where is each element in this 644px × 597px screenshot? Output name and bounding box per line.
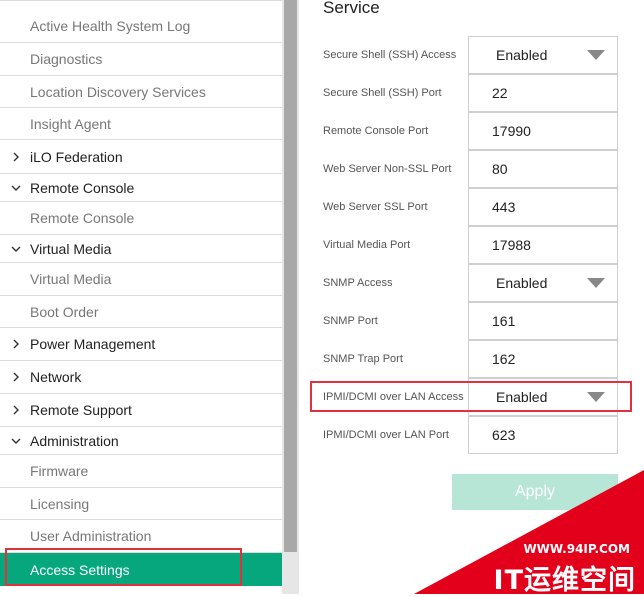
sidebar-item-label: Active Health System Log <box>30 18 191 34</box>
field-value: 17990 <box>492 123 531 139</box>
sidebar-item-insight-agent-3[interactable]: Insight Agent <box>0 108 282 140</box>
web-server-ssl-port-input[interactable]: 443 <box>468 188 618 226</box>
sidebar-item-power-management-10[interactable]: Power Management <box>0 328 282 361</box>
sidebar-item-user-administration-16[interactable]: User Administration <box>0 520 282 553</box>
ipmi-dcmi-over-lan-port-input[interactable]: 623 <box>468 416 618 454</box>
sidebar-item-label: Boot Order <box>30 303 99 320</box>
chevron-down-icon <box>10 435 22 447</box>
snmp-access-select[interactable]: Enabled <box>468 264 618 302</box>
caret-down-icon[interactable] <box>587 50 605 60</box>
chevron-down-icon <box>10 182 22 194</box>
sidebar-item-label: Network <box>30 369 82 385</box>
chevron-right-icon <box>10 404 22 416</box>
secure-shell-ssh-access-select[interactable]: Enabled <box>468 36 618 74</box>
sidebar-item-label: Location Discovery Services <box>30 83 206 100</box>
virtual-media-port-input[interactable]: 17988 <box>468 226 618 264</box>
caret-down-icon[interactable] <box>587 392 605 402</box>
sidebar-item-ilo-federation-4[interactable]: iLO Federation <box>0 140 282 174</box>
web-server-non-ssl-port-input[interactable]: 80 <box>468 150 618 188</box>
sidebar-scrollbar[interactable] <box>282 0 299 594</box>
sidebar-item-virtual-media-7[interactable]: Virtual Media <box>0 235 282 263</box>
sidebar-item-label: Remote Console <box>30 210 135 226</box>
section-title: Service <box>323 0 380 17</box>
sidebar-item-label: Insight Agent <box>30 115 111 132</box>
field-label: Virtual Media Port <box>323 239 411 251</box>
chevron-right-icon <box>10 338 22 350</box>
field-label: Web Server SSL Port <box>323 201 428 213</box>
sidebar-item-access-settings-17[interactable]: Access Settings <box>0 553 282 586</box>
caret-down-icon[interactable] <box>587 278 605 288</box>
sidebar-item-label: Remote Console <box>30 179 135 196</box>
form-row-secure-shell-ssh-access: Secure Shell (SSH) Access Enabled <box>299 36 644 74</box>
form-row-web-server-non-ssl-port: Web Server Non-SSL Port 80 <box>299 150 644 188</box>
field-label: Web Server Non-SSL Port <box>323 163 452 175</box>
form-row-remote-console-port: Remote Console Port 17990 <box>299 112 644 150</box>
sidebar-item-remote-support-12[interactable]: Remote Support <box>0 394 282 427</box>
field-label: IPMI/DCMI over LAN Access <box>323 391 464 403</box>
field-label: SNMP Access <box>323 277 393 289</box>
sidebar-item-label: Administration <box>30 432 119 449</box>
chevron-down-icon <box>10 243 22 255</box>
field-value: 161 <box>492 313 516 329</box>
sidebar-item-label: Power Management <box>30 336 156 352</box>
field-value: 80 <box>492 161 508 177</box>
form-row-snmp-access: SNMP Access Enabled <box>299 264 644 302</box>
form-row-secure-shell-ssh-port: Secure Shell (SSH) Port 22 <box>299 74 644 112</box>
secure-shell-ssh-port-input[interactable]: 22 <box>468 74 618 112</box>
field-label: Secure Shell (SSH) Port <box>323 87 442 99</box>
sidebar-nav: Active Health System Log Diagnostics Locat… <box>0 0 282 594</box>
sidebar-item-network-11[interactable]: Network <box>0 361 282 394</box>
watermark-url: WWW.94IP.COM <box>523 542 630 556</box>
watermark: WWW.94IP.COM IT运维空间 <box>414 470 644 596</box>
field-label: IPMI/DCMI over LAN Port <box>323 429 449 441</box>
chevron-right-icon <box>10 371 22 383</box>
form-row-ipmi-dcmi-over-lan-access: IPMI/DCMI over LAN Access Enabled <box>299 378 644 416</box>
sidebar-item-label: iLO Federation <box>30 148 123 165</box>
snmp-trap-port-input[interactable]: 162 <box>468 340 618 378</box>
sidebar-item-label: Firmware <box>30 463 89 479</box>
chevron-right-icon <box>10 151 22 163</box>
scrollbar-thumb[interactable] <box>284 0 297 552</box>
field-label: Secure Shell (SSH) Access <box>323 49 457 61</box>
field-value: 22 <box>492 85 508 101</box>
form-row-snmp-trap-port: SNMP Trap Port 162 <box>299 340 644 378</box>
field-value: 17988 <box>492 237 531 253</box>
sidebar-item-remote-console-5[interactable]: Remote Console <box>0 174 282 202</box>
field-value: Enabled <box>496 389 548 405</box>
form-row-virtual-media-port: Virtual Media Port 17988 <box>299 226 644 264</box>
sidebar-item-licensing-15[interactable]: Licensing <box>0 488 282 520</box>
sidebar-item-virtual-media-8[interactable]: Virtual Media <box>0 263 282 296</box>
remote-console-port-input[interactable]: 17990 <box>468 112 618 150</box>
sidebar-item-label: Licensing <box>30 495 90 512</box>
sidebar-item-firmware-14[interactable]: Firmware <box>0 455 282 488</box>
sidebar-item-remote-console-6[interactable]: Remote Console <box>0 202 282 235</box>
watermark-brand: IT运维空间 <box>493 565 636 596</box>
sidebar-item-partial <box>0 0 282 1</box>
form-row-snmp-port: SNMP Port 161 <box>299 302 644 340</box>
field-label: Remote Console Port <box>323 125 429 137</box>
snmp-port-input[interactable]: 161 <box>468 302 618 340</box>
field-value: 623 <box>492 427 516 443</box>
sidebar-item-location-discovery-services-2[interactable]: Location Discovery Services <box>0 76 282 108</box>
sidebar-item-active-health-system-log-0[interactable]: Active Health System Log <box>0 10 282 43</box>
sidebar-item-boot-order-9[interactable]: Boot Order <box>0 296 282 328</box>
sidebar-item-label: Virtual Media <box>30 271 112 287</box>
sidebar-item-label: Access Settings <box>30 561 130 578</box>
form-row-ipmi-dcmi-over-lan-port: IPMI/DCMI over LAN Port 623 <box>299 416 644 454</box>
field-value: Enabled <box>496 275 548 291</box>
field-label: SNMP Trap Port <box>323 353 403 365</box>
ipmi-dcmi-over-lan-access-select[interactable]: Enabled <box>468 378 618 416</box>
sidebar-item-label: User Administration <box>30 528 152 544</box>
sidebar-item-label: Remote Support <box>30 402 132 418</box>
field-value: 162 <box>492 351 516 367</box>
sidebar-item-administration-13[interactable]: Administration <box>0 427 282 455</box>
sidebar-item-diagnostics-1[interactable]: Diagnostics <box>0 43 282 76</box>
field-value: 443 <box>492 199 516 215</box>
field-value: Enabled <box>496 47 548 63</box>
form-row-web-server-ssl-port: Web Server SSL Port 443 <box>299 188 644 226</box>
sidebar-item-label: Virtual Media <box>30 240 112 257</box>
field-label: SNMP Port <box>323 315 378 327</box>
sidebar-item-label: Diagnostics <box>30 51 103 67</box>
